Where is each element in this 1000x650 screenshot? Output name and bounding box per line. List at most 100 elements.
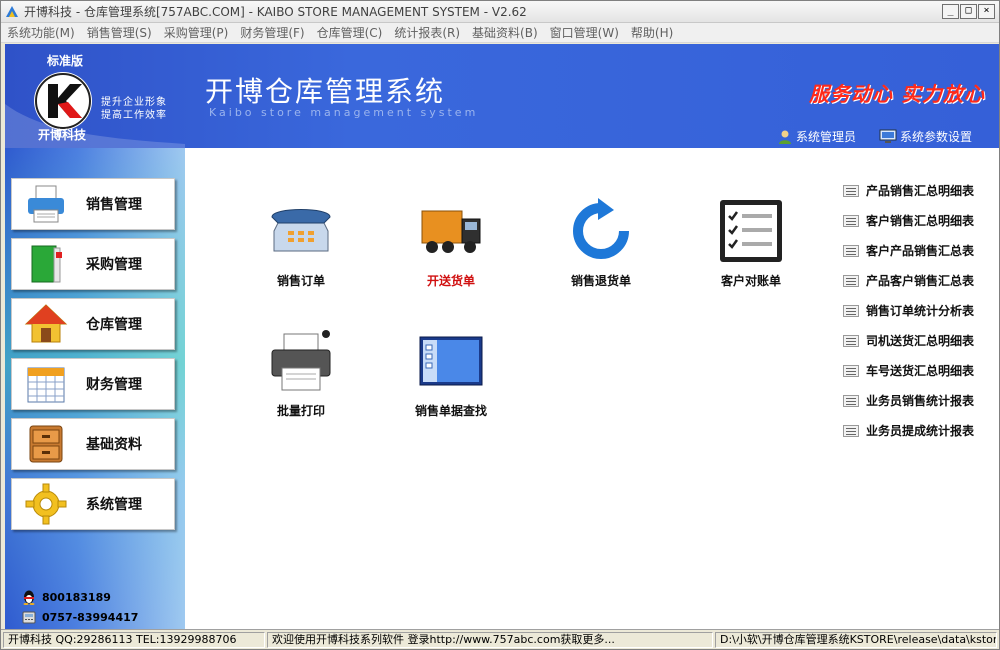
company-logo (34, 72, 92, 130)
user-icon (779, 130, 791, 144)
status-path: D:\小软\开博仓库管理系统KSTORE\release\data\kstore (715, 631, 997, 648)
report-icon (843, 244, 859, 257)
phone-icon (22, 611, 36, 624)
tile-sales-return[interactable]: 销售退货单 (541, 196, 661, 289)
report-label-9: 业务员提成统计报表 (866, 424, 975, 438)
system-settings-link[interactable]: 系统参数设置 (879, 128, 972, 145)
tile-label-delivery-order: 开送货单 (426, 274, 475, 288)
close-button[interactable]: × (978, 4, 995, 19)
telephone-icon (266, 196, 336, 266)
tile-customer-statement[interactable]: 客户对账单 (691, 196, 811, 289)
system-subtitle: Kaibo store management system (209, 106, 479, 119)
report-link-1[interactable]: 产品销售汇总明细表 (843, 182, 974, 199)
header-banner: 标准版 开博科技 提升企业形象 提高工作效率 开博仓库管理系统 Kaibo st… (5, 44, 999, 148)
report-label-4: 产品客户销售汇总表 (866, 274, 975, 288)
status-bar: 开博科技 QQ:29286113 TEL:13929988706 欢迎使用开博科… (1, 629, 999, 649)
report-label-6: 司机送货汇总明细表 (866, 334, 975, 348)
nav-purchase-management[interactable]: 采购管理 (11, 238, 175, 290)
report-icon (843, 214, 859, 227)
tile-label-batch-print: 批量打印 (276, 404, 325, 418)
admin-user-label: 系统管理员 (796, 130, 857, 144)
report-link-5[interactable]: 销售订单统计分析表 (843, 302, 974, 319)
admin-user-link[interactable]: 系统管理员 (777, 128, 856, 145)
menu-basic-data[interactable]: 基础资料(B) (472, 24, 538, 41)
brand-name: 开博科技 (38, 128, 87, 142)
menu-system[interactable]: 系统功能(M) (7, 24, 75, 41)
slogan-line-1: 提升企业形象 (101, 97, 167, 108)
menu-help[interactable]: 帮助(H) (631, 24, 673, 41)
refresh-arrow-icon (566, 196, 636, 266)
printer-icon (266, 326, 336, 396)
report-icon (843, 364, 859, 377)
report-link-8[interactable]: 业务员销售统计报表 (843, 392, 974, 409)
tile-batch-print[interactable]: 批量打印 (241, 326, 361, 419)
nav-label-basic-data: 基础资料 (86, 437, 142, 453)
maximize-button[interactable]: □ (960, 4, 977, 19)
report-icon (843, 424, 859, 437)
status-welcome: 欢迎使用开博科技系列软件 登录http://www.757abc.com获取更多… (267, 631, 713, 648)
tile-label-sales-order: 销售订单 (276, 274, 325, 288)
report-label-1: 产品销售汇总明细表 (866, 184, 975, 198)
tile-sales-doc-search[interactable]: 销售单据查找 (391, 326, 511, 419)
tile-label-customer-statement: 客户对账单 (720, 274, 781, 288)
nav-system-management[interactable]: 系统管理 (11, 478, 175, 530)
report-link-7[interactable]: 车号送货汇总明细表 (843, 362, 974, 379)
system-title: 开博仓库管理系统 (205, 75, 446, 108)
left-sidebar: 销售管理 采购管理 仓库管理 财务管理 基础资料 系统管理 800183189 … (5, 148, 185, 629)
report-icon (843, 334, 859, 347)
report-label-5: 销售订单统计分析表 (866, 304, 975, 318)
nav-sales-management[interactable]: 销售管理 (11, 178, 175, 230)
report-icon (843, 184, 859, 197)
nav-label-system: 系统管理 (86, 497, 142, 513)
menu-finance[interactable]: 财务管理(F) (240, 24, 304, 41)
nav-label-purchase: 采购管理 (86, 257, 142, 273)
menu-purchase[interactable]: 采购管理(P) (164, 24, 229, 41)
qq-penguin-icon (23, 590, 35, 605)
system-settings-label: 系统参数设置 (900, 130, 973, 144)
report-icon (843, 274, 859, 287)
cabinet-icon (24, 422, 68, 466)
menu-warehouse[interactable]: 仓库管理(C) (317, 24, 383, 41)
contact-qq: 800183189 (21, 589, 111, 605)
menu-bar: 系统功能(M) 销售管理(S) 采购管理(P) 财务管理(F) 仓库管理(C) … (1, 23, 999, 43)
phone-number: 0757-83994417 (42, 610, 139, 624)
edition-label: 标准版 (47, 54, 84, 68)
nav-finance-management[interactable]: 财务管理 (11, 358, 175, 410)
book-icon (24, 242, 68, 286)
report-link-9[interactable]: 业务员提成统计报表 (843, 422, 974, 439)
window-controls: _ □ × (942, 4, 995, 19)
qq-number: 800183189 (42, 590, 111, 604)
report-label-3: 客户产品销售汇总表 (866, 244, 975, 258)
tile-delivery-order[interactable]: 开送货单 (391, 196, 511, 289)
nav-warehouse-management[interactable]: 仓库管理 (11, 298, 175, 350)
minimize-button[interactable]: _ (942, 4, 959, 19)
logo-slogan: 提升企业形象 提高工作效率 (101, 96, 167, 122)
gear-icon (24, 482, 68, 526)
menu-reports[interactable]: 统计报表(R) (394, 24, 460, 41)
main-panel: 销售订单 开送货单 销售退货单 客户对账单 批量打印 销售单据查找 产品销售汇总… (185, 148, 999, 629)
window-title: 开博科技 - 仓库管理系统[757ABC.COM] - KAIBO STORE … (24, 5, 527, 19)
title-bar: 开博科技 - 仓库管理系统[757ABC.COM] - KAIBO STORE … (1, 1, 999, 23)
nav-label-sales: 销售管理 (86, 197, 142, 213)
checklist-icon (716, 196, 786, 266)
report-label-2: 客户销售汇总明细表 (866, 214, 975, 228)
tile-label-sales-doc-search: 销售单据查找 (414, 404, 487, 418)
menu-window[interactable]: 窗口管理(W) (550, 24, 619, 41)
app-window: 开博科技 - 仓库管理系统[757ABC.COM] - KAIBO STORE … (0, 0, 1000, 650)
tile-sales-order[interactable]: 销售订单 (241, 196, 361, 289)
house-icon (24, 302, 68, 346)
report-link-6[interactable]: 司机送货汇总明细表 (843, 332, 974, 349)
contact-phone: 0757-83994417 (21, 609, 138, 625)
report-link-2[interactable]: 客户销售汇总明细表 (843, 212, 974, 229)
truck-icon (416, 196, 486, 266)
menu-sales[interactable]: 销售管理(S) (87, 24, 152, 41)
report-link-4[interactable]: 产品客户销售汇总表 (843, 272, 974, 289)
report-icon (843, 304, 859, 317)
report-label-8: 业务员销售统计报表 (866, 394, 975, 408)
window-icon (416, 326, 486, 396)
k-logo-icon (35, 73, 91, 129)
tile-label-sales-return: 销售退货单 (570, 274, 631, 288)
report-label-7: 车号送货汇总明细表 (866, 364, 975, 378)
nav-basic-data[interactable]: 基础资料 (11, 418, 175, 470)
report-link-3[interactable]: 客户产品销售汇总表 (843, 242, 974, 259)
